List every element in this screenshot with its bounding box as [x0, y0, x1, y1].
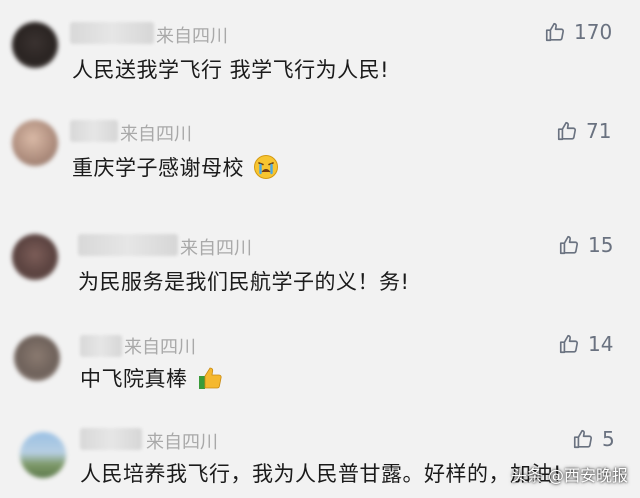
comment-text-row: 重庆学子感谢母校: [72, 152, 279, 185]
like-count: 15: [588, 233, 614, 257]
watermark: 头条 @西安晚报: [510, 466, 628, 485]
comment-item: 来自四川 14 中飞院真棒: [0, 315, 640, 420]
comment-text: 人民培养我飞行，我为人民普甘露。好样的，加油!: [80, 462, 562, 486]
thumbs-up-icon: [556, 120, 578, 142]
username-blurred: [80, 335, 122, 357]
username-blurred: [70, 120, 118, 142]
username-blurred: [78, 234, 178, 256]
like-button[interactable]: 170: [544, 20, 612, 44]
comment-text-row: 中飞院真棒: [80, 363, 223, 396]
comment-item: 来自四川 170 人民送我学飞行 我学飞行为人民!: [0, 0, 640, 100]
comment-item: 来自四川 5 人民培养我飞行，我为人民普甘露。好样的，加油!: [0, 420, 640, 498]
like-count: 71: [586, 119, 612, 143]
thumbs-up-icon: [572, 428, 594, 450]
location-label: 来自四川: [146, 432, 218, 453]
avatar[interactable]: [12, 234, 58, 280]
like-button[interactable]: 5: [572, 427, 615, 451]
thumbs-up-icon: [558, 333, 580, 355]
location-label: 来自四川: [120, 124, 192, 145]
like-button[interactable]: 71: [556, 119, 611, 143]
like-button[interactable]: 14: [558, 332, 613, 356]
comment-item: 来自四川 71 重庆学子感谢母校: [0, 100, 640, 210]
like-count: 170: [574, 20, 613, 44]
comment-text: 中飞院真棒: [80, 367, 188, 391]
thumbs-up-icon: [544, 21, 566, 43]
comment-text: 为民服务是我们民航学子的义！务!: [78, 270, 410, 294]
avatar[interactable]: [12, 22, 58, 68]
thumbs-up-icon: [558, 234, 580, 256]
avatar[interactable]: [14, 335, 60, 381]
like-count: 14: [588, 332, 614, 356]
location-label: 来自四川: [180, 238, 252, 259]
avatar[interactable]: [12, 120, 58, 166]
location-label: 来自四川: [124, 337, 196, 358]
crying-face-icon: [253, 154, 279, 185]
like-button[interactable]: 15: [558, 233, 613, 257]
thumbs-up-emoji: [197, 365, 223, 396]
username-blurred: [70, 22, 154, 44]
comment-item: 来自四川 15 为民服务是我们民航学子的义！务!: [0, 210, 640, 315]
avatar[interactable]: [20, 432, 66, 478]
comment-text: 重庆学子感谢母校: [72, 156, 244, 180]
like-count: 5: [602, 427, 615, 451]
location-label: 来自四川: [156, 26, 228, 47]
username-blurred: [80, 428, 142, 450]
comment-text: 人民送我学飞行 我学飞行为人民!: [72, 58, 390, 82]
